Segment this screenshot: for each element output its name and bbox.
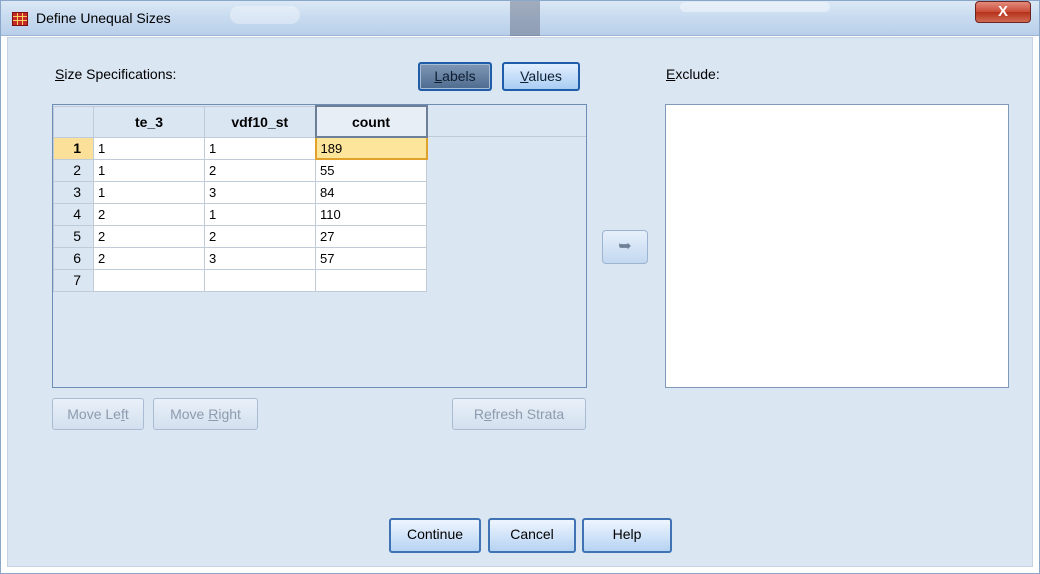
refresh-strata-button[interactable]: Refresh Strata [452,398,586,430]
grid-cell[interactable]: 55 [315,158,427,182]
continue-button[interactable]: Continue [389,518,481,553]
labels-toggle-button[interactable]: Labels [418,62,492,91]
table-row: 2 1 2 55 [53,158,427,182]
grid-cell[interactable]: 2 [93,246,205,270]
app-icon [12,12,28,26]
grid-cell[interactable]: 1 [204,136,316,160]
title-bar-glare [230,6,300,24]
grid-cell-active[interactable]: 189 [314,136,428,160]
column-header-vdf10-st[interactable]: vdf10_st [204,105,316,138]
grid-cell[interactable]: 2 [93,202,205,226]
values-toggle-button[interactable]: Values [502,62,580,91]
arrow-right-icon: ➥ [618,238,632,255]
grid-header-fill [425,105,586,137]
grid-header-row: te_3 vdf10_st count [53,105,428,138]
row-number[interactable]: 5 [53,224,94,248]
grid-table: te_3 vdf10_st count 1 1 1 189 2 1 2 55 3… [53,105,428,292]
table-row: 1 1 1 189 [53,136,428,160]
table-row: 3 1 3 84 [53,180,427,204]
cancel-button[interactable]: Cancel [488,518,576,553]
close-button[interactable]: X [975,1,1031,23]
grid-cell[interactable]: 27 [315,224,427,248]
row-number[interactable]: 7 [53,268,94,292]
grid-cell[interactable]: 2 [204,224,316,248]
table-row: 5 2 2 27 [53,224,427,248]
move-left-button[interactable]: Move Left [52,398,144,430]
row-number[interactable]: 1 [53,136,94,160]
grid-cell[interactable]: 110 [315,202,427,226]
grid-cell[interactable]: 1 [93,180,205,204]
title-bar-highlight [680,2,830,12]
exclude-label: Exclude: [666,66,720,82]
column-header-te-3[interactable]: te_3 [93,105,205,138]
grid-cell[interactable]: 84 [315,180,427,204]
grid-cell[interactable]: 3 [204,180,316,204]
move-right-button[interactable]: Move Right [153,398,258,430]
grid-cell[interactable] [204,268,316,292]
grid-cell[interactable] [93,268,205,292]
grid-cell[interactable]: 57 [315,246,427,270]
grid-cell[interactable]: 2 [204,158,316,182]
move-to-exclude-button[interactable]: ➥ [602,230,648,264]
row-number[interactable]: 3 [53,180,94,204]
grid-cell[interactable]: 1 [93,136,205,160]
size-specifications-label: Size Specifications: [55,66,177,82]
grid-cell[interactable] [315,268,427,292]
table-row: 7 [53,268,427,292]
exclude-listbox[interactable] [665,104,1009,388]
row-number[interactable]: 4 [53,202,94,226]
grid-corner [53,105,94,138]
help-button[interactable]: Help [582,518,672,553]
row-number[interactable]: 2 [53,158,94,182]
size-specifications-grid[interactable]: te_3 vdf10_st count 1 1 1 189 2 1 2 55 3… [52,104,587,388]
column-header-count[interactable]: count [314,105,428,138]
table-row: 6 2 3 57 [53,246,427,270]
title-bar-shadow [510,0,540,36]
grid-cell[interactable]: 2 [93,224,205,248]
grid-cell[interactable]: 1 [93,158,205,182]
row-number[interactable]: 6 [53,246,94,270]
title-bar: Define Unequal Sizes X [0,0,1040,36]
grid-cell[interactable]: 3 [204,246,316,270]
grid-cell[interactable]: 1 [204,202,316,226]
table-row: 4 2 1 110 [53,202,427,226]
window-title: Define Unequal Sizes [36,10,171,26]
